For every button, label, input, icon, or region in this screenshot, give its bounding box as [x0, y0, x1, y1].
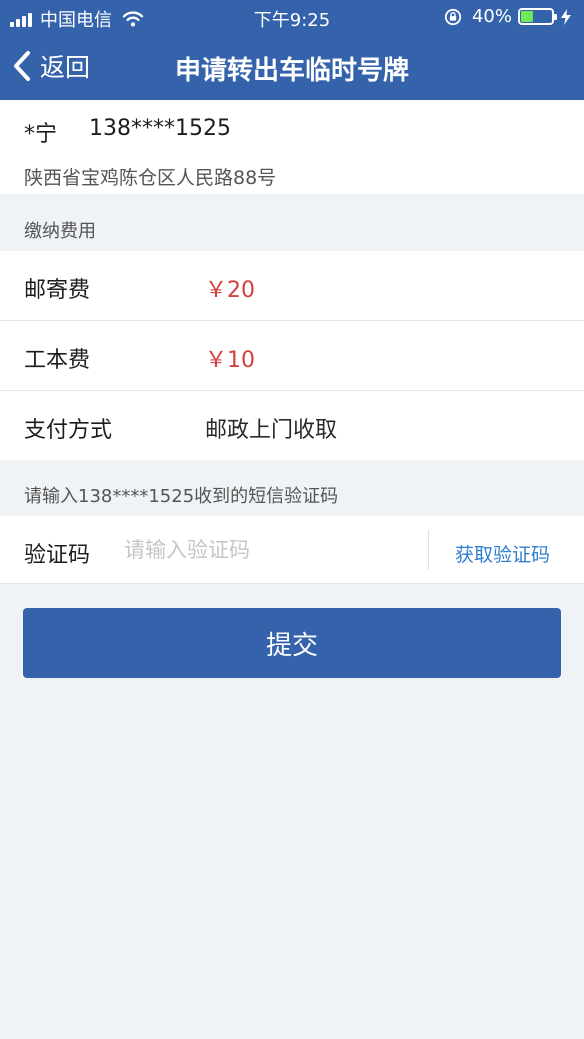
fee-label: 支付方式	[24, 418, 113, 443]
verification-code-label: 验证码	[24, 543, 91, 568]
verification-hint: 请输入138****1525收到的短信验证码	[24, 486, 339, 507]
get-code-button[interactable]: 获取验证码	[455, 540, 550, 567]
contact-name: *宁	[24, 122, 58, 147]
charging-bolt-icon	[561, 8, 571, 25]
vertical-divider	[428, 530, 429, 570]
verification-row: 验证码 获取验证码	[0, 516, 584, 584]
battery-percent: 40%	[471, 6, 512, 27]
status-bar: 中国电信 下午9:25 40%	[0, 0, 584, 34]
fee-amount: ￥20	[205, 278, 255, 303]
submit-button[interactable]: 提交	[23, 608, 561, 678]
app-header: 中国电信 下午9:25 40% 返回 申请转出车临时号牌	[0, 0, 584, 100]
fees-section-label: 缴纳费用	[24, 221, 96, 242]
fee-row-postage: 邮寄费 ￥20	[0, 251, 584, 321]
battery-fill	[521, 11, 533, 22]
contact-address: 陕西省宝鸡陈仓区人民路88号	[24, 167, 277, 189]
contact-phone: 138****1525	[89, 116, 231, 141]
fee-amount: ￥10	[205, 348, 255, 373]
verification-code-input[interactable]	[116, 530, 416, 570]
page-title: 申请转出车临时号牌	[174, 56, 409, 86]
battery-icon	[518, 8, 557, 25]
fee-label: 工本费	[24, 348, 91, 373]
contact-info: *宁 138****1525 陕西省宝鸡陈仓区人民路88号	[0, 100, 584, 194]
nav-bar: 返回 申请转出车临时号牌	[0, 34, 584, 100]
fee-row-production: 工本费 ￥10	[0, 321, 584, 391]
fee-label: 邮寄费	[24, 278, 91, 303]
lock-icon	[444, 8, 462, 25]
fee-row-payment-method: 支付方式 邮政上门收取	[0, 391, 584, 460]
payment-method-value: 邮政上门收取	[205, 418, 338, 443]
status-right: 40%	[444, 6, 572, 27]
